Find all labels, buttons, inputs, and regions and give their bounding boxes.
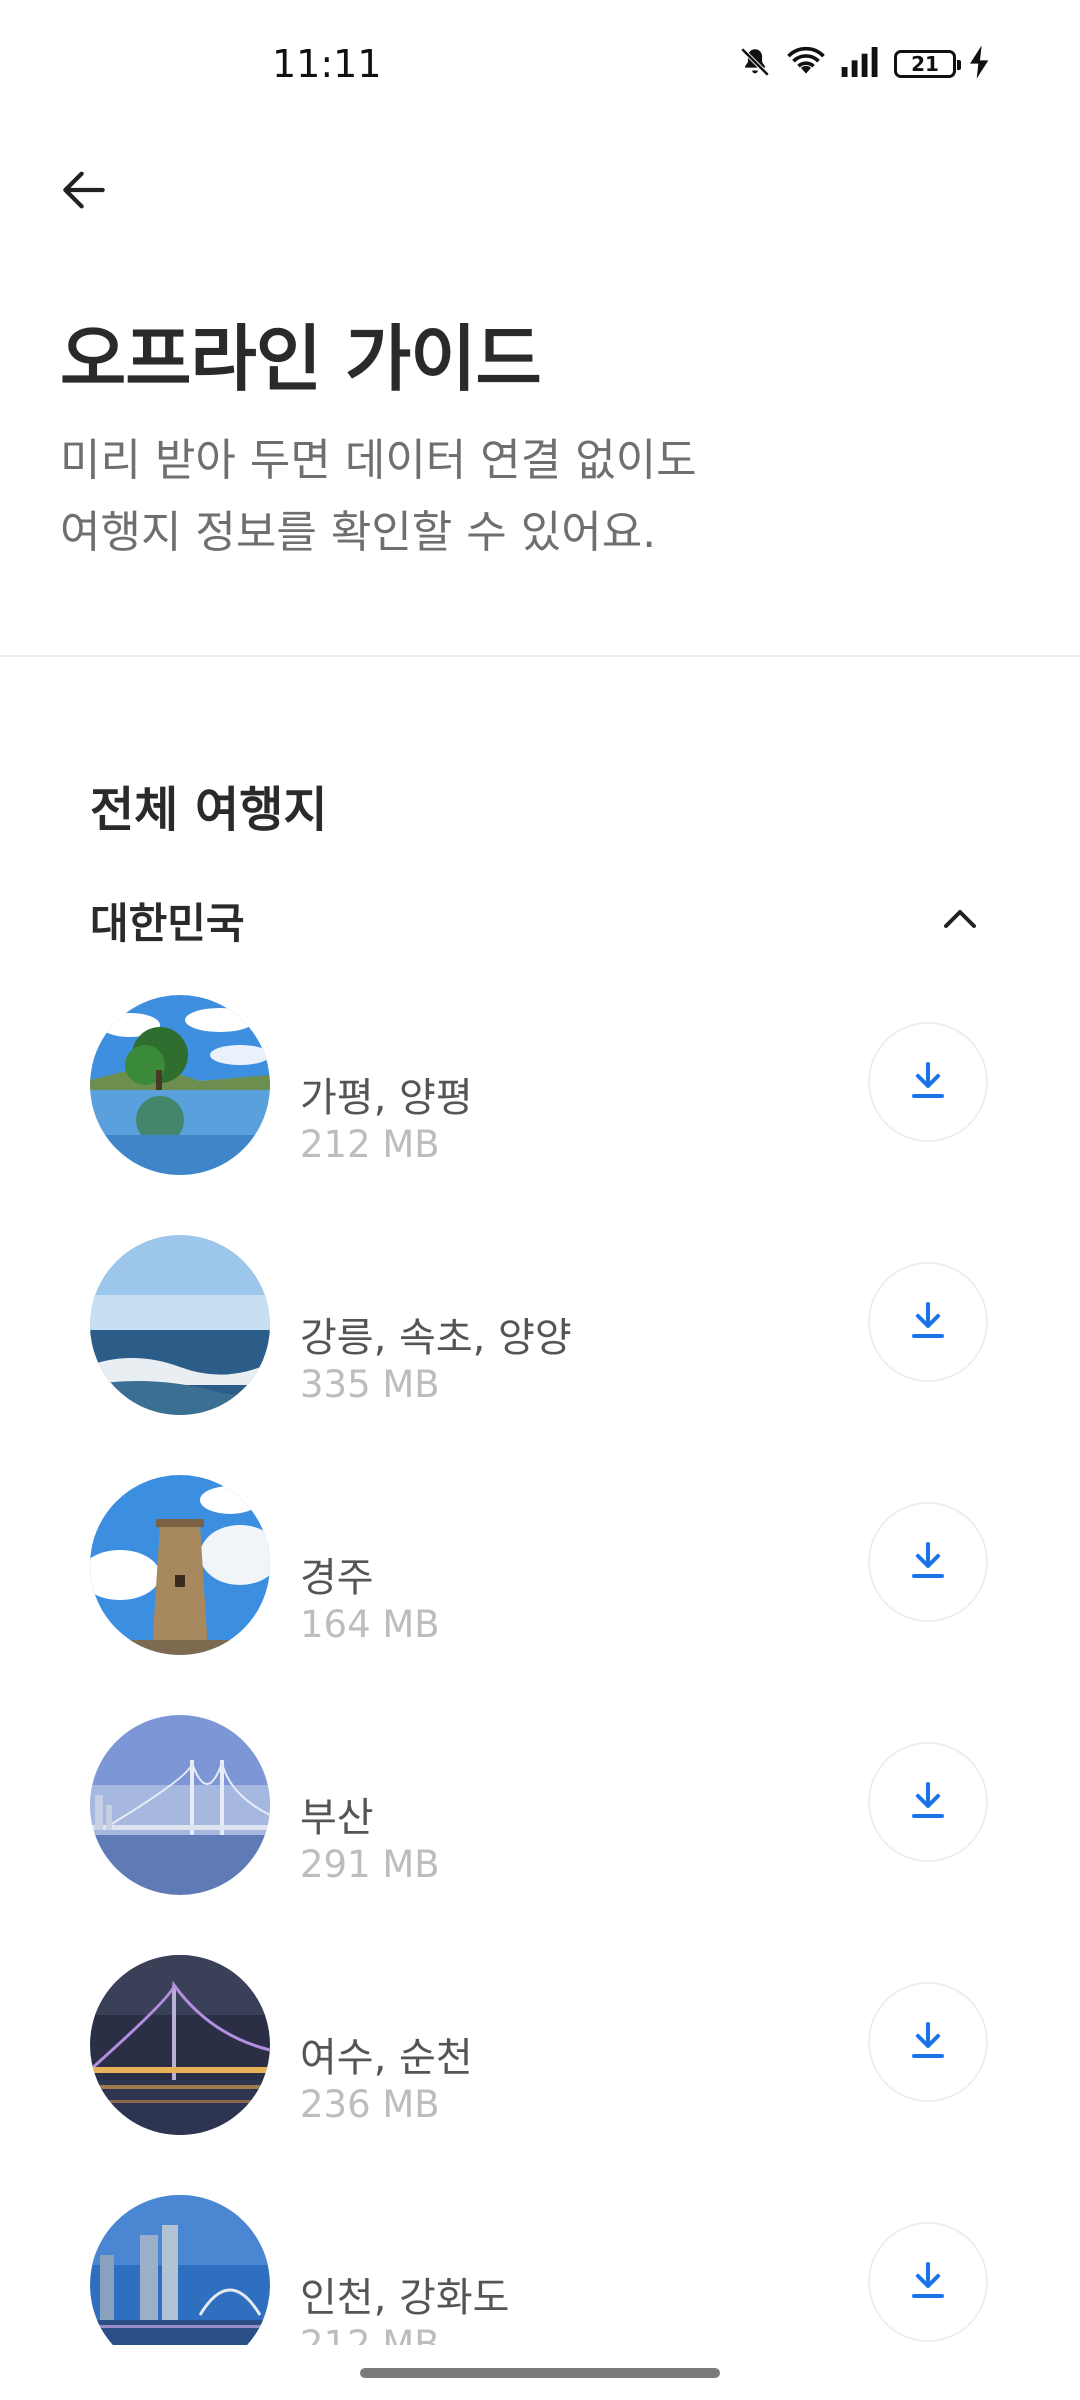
arrow-left-icon: [56, 162, 112, 222]
download-icon: [904, 1776, 952, 1828]
download-button[interactable]: [868, 1502, 988, 1622]
wifi-icon: [786, 45, 826, 83]
list-item[interactable]: 여수, 순천 236 MB: [0, 1955, 1080, 2135]
download-button[interactable]: [868, 1262, 988, 1382]
destination-name: 부산: [300, 1795, 374, 1841]
list-item[interactable]: 경주 164 MB: [0, 1475, 1080, 1655]
battery-icon: 21: [894, 50, 961, 78]
destination-list[interactable]: 가평, 양평 212 MB 강릉, 속초, 양양 335 MB 경주 164 M…: [0, 995, 1080, 2345]
download-icon: [904, 1296, 952, 1348]
destination-thumbnail: [90, 1715, 270, 1895]
destination-name: 인천, 강화도: [300, 2275, 510, 2321]
list-item[interactable]: 가평, 양평 212 MB: [0, 995, 1080, 1175]
destination-name: 여수, 순천: [300, 2035, 473, 2081]
description-line: 미리 받아 두면 데이터 연결 없이도: [60, 435, 697, 486]
status-time: 11:11: [272, 42, 382, 86]
status-bar: 11:11 21: [0, 0, 1080, 130]
destination-thumbnail: [90, 1475, 270, 1655]
destination-thumbnail: [90, 1955, 270, 2135]
list-item[interactable]: 부산 291 MB: [0, 1715, 1080, 1895]
charging-icon: [970, 45, 990, 83]
destination-thumbnail: [90, 2195, 270, 2345]
page-description: 미리 받아 두면 데이터 연결 없이도 여행지 정보를 확인할 수 있어요.: [60, 425, 960, 569]
destination-name: 강릉, 속초, 양양: [300, 1315, 572, 1361]
destination-thumbnail: [90, 995, 270, 1175]
download-icon: [904, 2256, 952, 2308]
status-icons: 21: [738, 44, 990, 84]
destination-size: 164 MB: [300, 1603, 440, 1646]
destination-name: 경주: [300, 1555, 374, 1601]
destination-name: 가평, 양평: [300, 1075, 473, 1121]
destination-size: 212 MB: [300, 1123, 440, 1166]
download-button[interactable]: [868, 1982, 988, 2102]
destination-size: 335 MB: [300, 1363, 440, 1406]
home-indicator[interactable]: [360, 2368, 720, 2378]
download-icon: [904, 1536, 952, 1588]
destination-thumbnail: [90, 1235, 270, 1415]
destination-size: 291 MB: [300, 1843, 440, 1886]
download-icon: [904, 2016, 952, 2068]
divider: [0, 655, 1080, 657]
section-title: 전체 여행지: [90, 782, 328, 838]
page-title: 오프라인 가이드: [60, 317, 542, 401]
list-item[interactable]: 강릉, 속초, 양양 335 MB: [0, 1235, 1080, 1415]
list-item[interactable]: 인천, 강화도 212 MB: [0, 2195, 1080, 2345]
bell-muted-icon: [738, 45, 772, 83]
country-label: 대한민국: [90, 898, 245, 948]
download-icon: [904, 1056, 952, 1108]
download-button[interactable]: [868, 1022, 988, 1142]
destination-size: 212 MB: [300, 2323, 440, 2345]
destination-size: 236 MB: [300, 2083, 440, 2126]
signal-icon: [840, 47, 880, 81]
download-button[interactable]: [868, 2222, 988, 2342]
download-button[interactable]: [868, 1742, 988, 1862]
chevron-up-icon[interactable]: [930, 890, 990, 950]
back-button[interactable]: [42, 150, 126, 234]
country-header[interactable]: 대한민국: [90, 880, 990, 960]
description-line: 여행지 정보를 확인할 수 있어요.: [60, 507, 657, 558]
